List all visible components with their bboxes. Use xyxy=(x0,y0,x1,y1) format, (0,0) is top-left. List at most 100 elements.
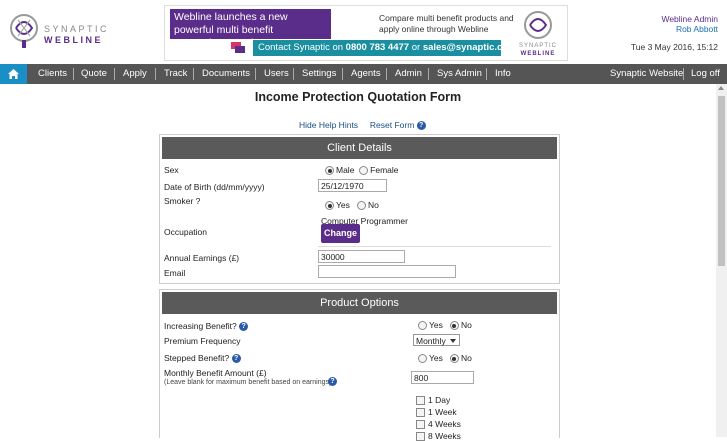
deferral-checkbox[interactable] xyxy=(416,420,425,430)
smoker-no-radio[interactable] xyxy=(356,201,366,211)
user-name-link[interactable]: Rob Abbott xyxy=(661,24,718,34)
benefit-amount-input[interactable]: 800 xyxy=(411,371,474,384)
sex-female-label: Female xyxy=(370,165,399,175)
nav-documents[interactable]: Documents xyxy=(202,64,250,84)
frequency-label: Premium Frequency xyxy=(164,336,241,346)
nav-users[interactable]: Users xyxy=(264,64,289,84)
stepped-yes-radio[interactable] xyxy=(418,354,427,364)
nav-info[interactable]: Info xyxy=(495,64,511,84)
earnings-input[interactable]: 30000 xyxy=(318,250,405,263)
change-occupation-button[interactable]: Change xyxy=(321,224,360,243)
increasing-benefit-label: Increasing Benefit? ? xyxy=(164,321,249,332)
scrollbar-thumb[interactable] xyxy=(718,96,725,266)
banner-tagline: Compare multi benefit products and apply… xyxy=(379,13,514,34)
deferral-option-label: 8 Weeks xyxy=(428,431,461,441)
client-details-heading: Client Details xyxy=(162,137,557,159)
deferral-option: 1 Week xyxy=(416,407,457,418)
help-icon[interactable]: ? xyxy=(328,377,337,386)
stepped-benefit-label: Stepped Benefit? ? xyxy=(164,353,241,364)
deferral-option-label: 1 Week xyxy=(428,407,457,417)
smoker-yes-radio[interactable] xyxy=(325,201,334,211)
scroll-up-arrow-icon[interactable] xyxy=(718,86,724,90)
nav-divider xyxy=(73,68,74,80)
dob-label: Date of Birth (dd/mm/yyyy) xyxy=(164,182,265,192)
product-options-heading: Product Options xyxy=(162,292,557,314)
page-scrollbar[interactable] xyxy=(716,84,727,437)
deferral-option-label: 4 Weeks xyxy=(428,419,461,429)
email-label: Email xyxy=(164,268,186,278)
benefit-amount-label: Monthly Benefit Amount (£) xyxy=(164,368,267,378)
smoker-radio-group: Yes No xyxy=(325,200,379,211)
increasing-no-radio[interactable] xyxy=(449,321,459,331)
home-icon xyxy=(8,69,19,79)
nav-divider xyxy=(683,68,684,80)
nav-sys-admin[interactable]: Sys Admin xyxy=(437,64,482,84)
home-button[interactable] xyxy=(0,64,27,84)
nav-log-off[interactable]: Log off xyxy=(691,64,720,84)
stepped-benefit-text: Stepped Benefit? xyxy=(164,353,230,363)
synaptic-webline-logo[interactable]: SYNAPTIC WEBLINE xyxy=(8,10,107,52)
logo-line2: WEBLINE xyxy=(44,35,103,45)
deferral-option: 4 Weeks xyxy=(416,419,461,430)
form-links: Hide Help Hints Reset Form ? xyxy=(299,120,426,131)
stepped-radio-group: Yes No xyxy=(418,353,472,364)
contact-prefix: Contact Synaptic on xyxy=(258,42,346,53)
earnings-label: Annual Earnings (£) xyxy=(164,253,240,263)
nav-apply[interactable]: Apply xyxy=(123,64,147,84)
deferral-option: 8 Weeks xyxy=(416,431,461,441)
nav-clients[interactable]: Clients xyxy=(38,64,67,84)
user-info: Webline Admin Rob Abbott Tue 3 May 2016,… xyxy=(631,14,718,52)
logo-line1: SYNAPTIC xyxy=(44,24,110,34)
nav-divider xyxy=(342,68,343,80)
help-icon[interactable]: ? xyxy=(231,354,241,364)
email-input[interactable] xyxy=(318,265,456,278)
nav-quote[interactable]: Quote xyxy=(81,64,107,84)
brain-logo-icon xyxy=(10,14,38,48)
nav-divider xyxy=(114,68,115,80)
benefit-amount-hint: (Leave blank for maximum benefit based o… xyxy=(164,379,332,386)
deferral-option-label: 1 Day xyxy=(428,395,451,405)
stepped-no-label: No xyxy=(460,353,472,363)
user-role: Webline Admin xyxy=(661,14,718,24)
deferral-checkbox[interactable] xyxy=(416,408,425,418)
sex-label: Sex xyxy=(164,165,179,175)
frequency-selected-value: Monthly xyxy=(416,336,446,346)
banner-logo-line1: SYNAPTIC xyxy=(518,43,557,49)
deferral-checkbox[interactable] xyxy=(416,396,425,406)
banner-contact: Contact Synaptic on 0800 783 4477 or sal… xyxy=(253,40,522,56)
increasing-yes-label: Yes xyxy=(429,320,443,330)
frequency-select[interactable]: Monthly xyxy=(413,334,460,346)
help-icon[interactable]: ? xyxy=(416,121,426,131)
help-icon[interactable]: ? xyxy=(239,322,249,332)
current-date: Tue 3 May 2016, 15:12 xyxy=(630,42,718,52)
nav-divider xyxy=(428,68,429,80)
smoker-no-label: No xyxy=(367,200,379,210)
page-title: Income Protection Quotation Form xyxy=(254,90,462,104)
chat-bubble-icon xyxy=(231,42,245,53)
contact-email: sales@synaptic.co.uk xyxy=(422,42,522,53)
increasing-yes-radio[interactable] xyxy=(418,321,427,331)
stepped-no-radio[interactable] xyxy=(449,354,459,364)
banner-logo-line2: WEBLINE xyxy=(520,51,556,57)
contact-mid: or xyxy=(409,42,423,53)
increasing-radio-group: Yes No xyxy=(418,320,472,331)
sex-male-label: Male xyxy=(336,165,355,175)
product-options-panel: Product Options xyxy=(159,289,560,438)
nav-divider xyxy=(486,68,487,80)
contact-phone: 0800 783 4477 xyxy=(345,42,410,53)
nav-settings[interactable]: Settings xyxy=(302,64,336,84)
divider xyxy=(318,246,551,247)
nav-track[interactable]: Track xyxy=(164,64,187,84)
nav-divider xyxy=(193,68,194,80)
hide-help-hints-link[interactable]: Hide Help Hints xyxy=(299,120,358,130)
advert-banner[interactable]: Webline launches a new powerful multi be… xyxy=(164,5,568,61)
sex-female-radio[interactable] xyxy=(359,166,369,176)
nav-admin[interactable]: Admin xyxy=(395,64,422,84)
deferral-option: 1 Day xyxy=(416,395,451,406)
sex-male-radio[interactable] xyxy=(325,166,334,176)
dob-input[interactable]: 25/12/1970 xyxy=(318,179,387,192)
nav-divider xyxy=(386,68,387,80)
nav-synaptic-website[interactable]: Synaptic Website xyxy=(610,64,683,84)
reset-form-link[interactable]: Reset Form xyxy=(370,120,414,130)
nav-agents[interactable]: Agents xyxy=(351,64,381,84)
